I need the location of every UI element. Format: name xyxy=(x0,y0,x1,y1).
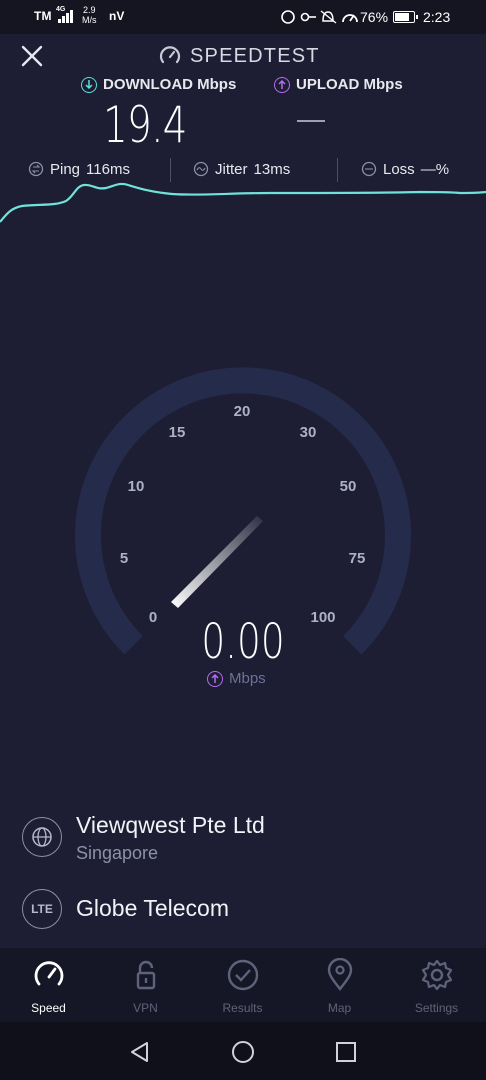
tick-label-50: 50 xyxy=(340,478,357,495)
clock: 2:23 xyxy=(423,9,451,25)
nv-label: nV xyxy=(109,9,125,23)
map-pin-icon xyxy=(327,957,352,991)
nav-vpn[interactable]: VPN xyxy=(97,958,194,1015)
system-nav-bar xyxy=(0,1022,486,1080)
loss-label: Loss xyxy=(383,160,415,178)
nav-speed[interactable]: Speed xyxy=(0,958,97,1015)
battery-percent: 76% xyxy=(360,9,389,25)
nav-map[interactable]: Map xyxy=(291,957,388,1015)
back-icon[interactable] xyxy=(128,1040,152,1064)
upload-label-text: UPLOAD Mbps xyxy=(296,76,403,93)
net-speed-value: 2.9 xyxy=(82,5,96,15)
ping-icon xyxy=(28,161,44,177)
net-speed: 2.9 M/s xyxy=(82,5,97,25)
ping-label: Ping xyxy=(50,160,81,178)
upload-value-placeholder xyxy=(297,120,325,122)
gauge-unit: Mbps xyxy=(207,670,266,687)
recents-icon[interactable] xyxy=(334,1040,358,1064)
speedometer-status-icon xyxy=(342,14,358,23)
nav-results[interactable]: Results xyxy=(194,958,291,1015)
upload-arrow-icon xyxy=(207,670,223,687)
download-graph xyxy=(0,182,486,223)
download-value: 19.4 xyxy=(103,96,187,154)
close-icon[interactable] xyxy=(18,42,46,70)
tick-label-15: 15 xyxy=(169,424,186,441)
upload-arrow-icon xyxy=(274,76,290,93)
lte-badge-text: LTE xyxy=(31,902,53,916)
home-icon[interactable] xyxy=(231,1040,255,1064)
app-title: SPEEDTEST xyxy=(158,44,320,68)
speedometer-icon xyxy=(159,46,181,64)
status-bar: TM 4G 2.9 M/s nV 76% 2:23 xyxy=(0,0,486,34)
download-graph-line xyxy=(0,182,486,223)
upload-label: UPLOAD Mbps xyxy=(274,76,403,93)
battery-icon xyxy=(393,11,418,23)
download-label: DOWNLOAD Mbps xyxy=(81,76,236,93)
tick-label-75: 75 xyxy=(349,550,366,567)
nav-vpn-label: VPN xyxy=(133,1001,158,1015)
server-location: Singapore xyxy=(76,843,159,863)
nav-results-label: Results xyxy=(222,1001,263,1015)
loss-icon xyxy=(361,161,377,177)
gauge-needle xyxy=(171,516,263,608)
lock-icon xyxy=(136,960,155,990)
provider-name: Globe Telecom xyxy=(76,895,229,921)
tick-label-10: 10 xyxy=(128,478,145,495)
app-title-text: SPEEDTEST xyxy=(190,44,320,67)
speed-nav-icon xyxy=(34,961,63,986)
tick-label-5: 5 xyxy=(120,550,128,567)
server-globe-icon[interactable] xyxy=(22,817,62,857)
loss-value: —% xyxy=(420,160,450,178)
gear-icon xyxy=(421,959,452,991)
carrier-label: TM xyxy=(34,9,52,23)
nav-settings-label: Settings xyxy=(414,1001,459,1015)
tick-label-30: 30 xyxy=(300,424,317,441)
jitter-label: Jitter xyxy=(215,160,248,178)
server-name[interactable]: Viewqwest Pte Ltd xyxy=(76,812,265,839)
gauge-track xyxy=(75,367,411,655)
jitter-icon xyxy=(193,161,209,177)
nav-speed-label: Speed xyxy=(31,1001,66,1015)
key-icon xyxy=(300,12,310,22)
lte-badge-icon: LTE xyxy=(22,889,62,929)
bottom-nav: Speed VPN Results Map Settings xyxy=(0,948,486,1022)
check-circle-icon xyxy=(227,959,258,991)
status-icons xyxy=(281,10,337,24)
gauge-unit-text: Mbps xyxy=(229,670,266,687)
alarm-icon xyxy=(281,10,295,24)
gauge-value: 0.00 xyxy=(201,614,285,670)
jitter-value: 13ms xyxy=(253,160,291,178)
download-arrow-icon xyxy=(81,76,97,93)
ping-value: 116ms xyxy=(86,160,130,178)
download-label-text: DOWNLOAD Mbps xyxy=(103,76,237,93)
tick-label-20: 20 xyxy=(234,403,251,420)
net-speed-unit: M/s xyxy=(82,15,97,25)
nav-map-label: Map xyxy=(327,1001,352,1015)
signal-icon xyxy=(58,10,73,23)
nav-settings[interactable]: Settings xyxy=(388,958,485,1015)
